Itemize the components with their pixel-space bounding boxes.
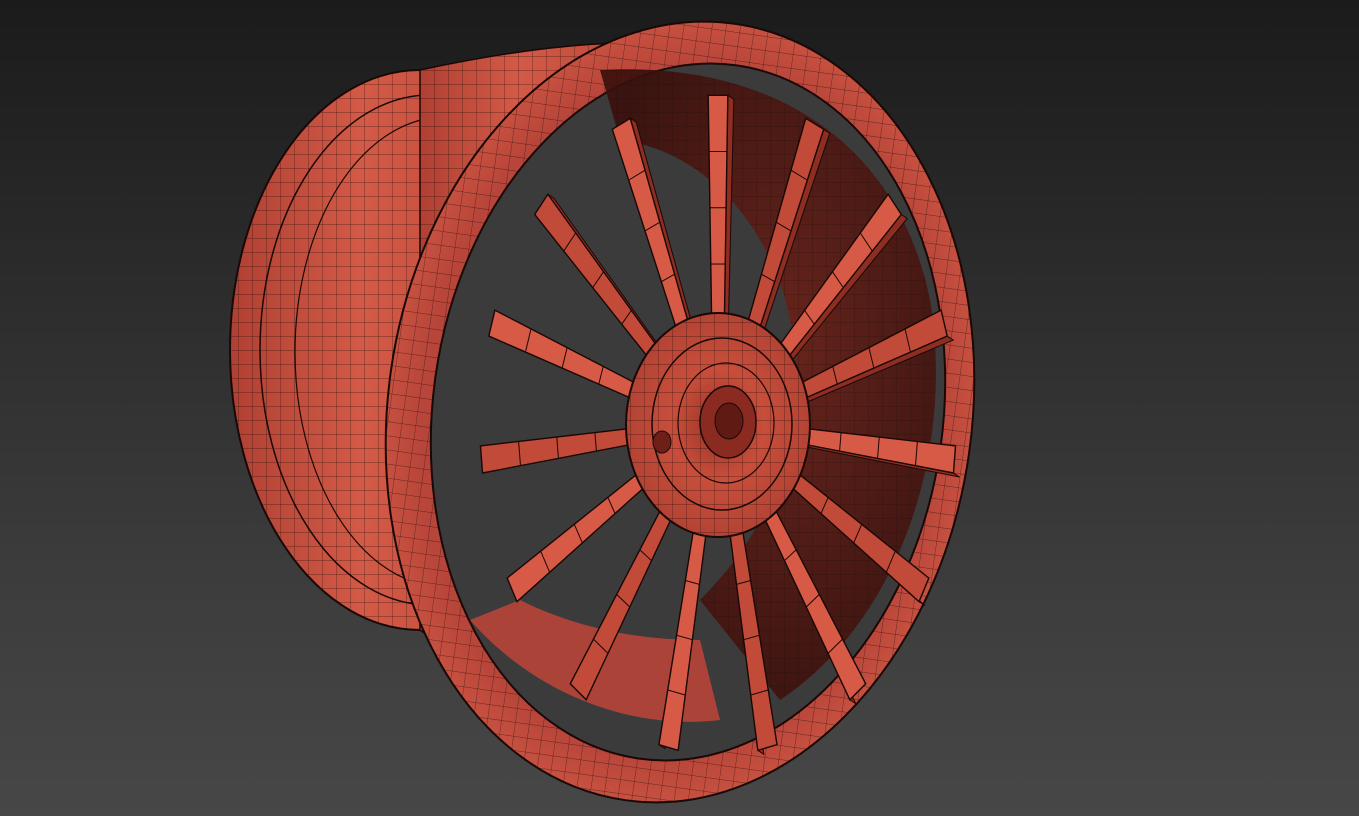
wheel-rim-model[interactable] bbox=[0, 0, 1359, 816]
wheel-hub bbox=[625, 312, 811, 538]
3d-viewport[interactable] bbox=[0, 0, 1359, 816]
